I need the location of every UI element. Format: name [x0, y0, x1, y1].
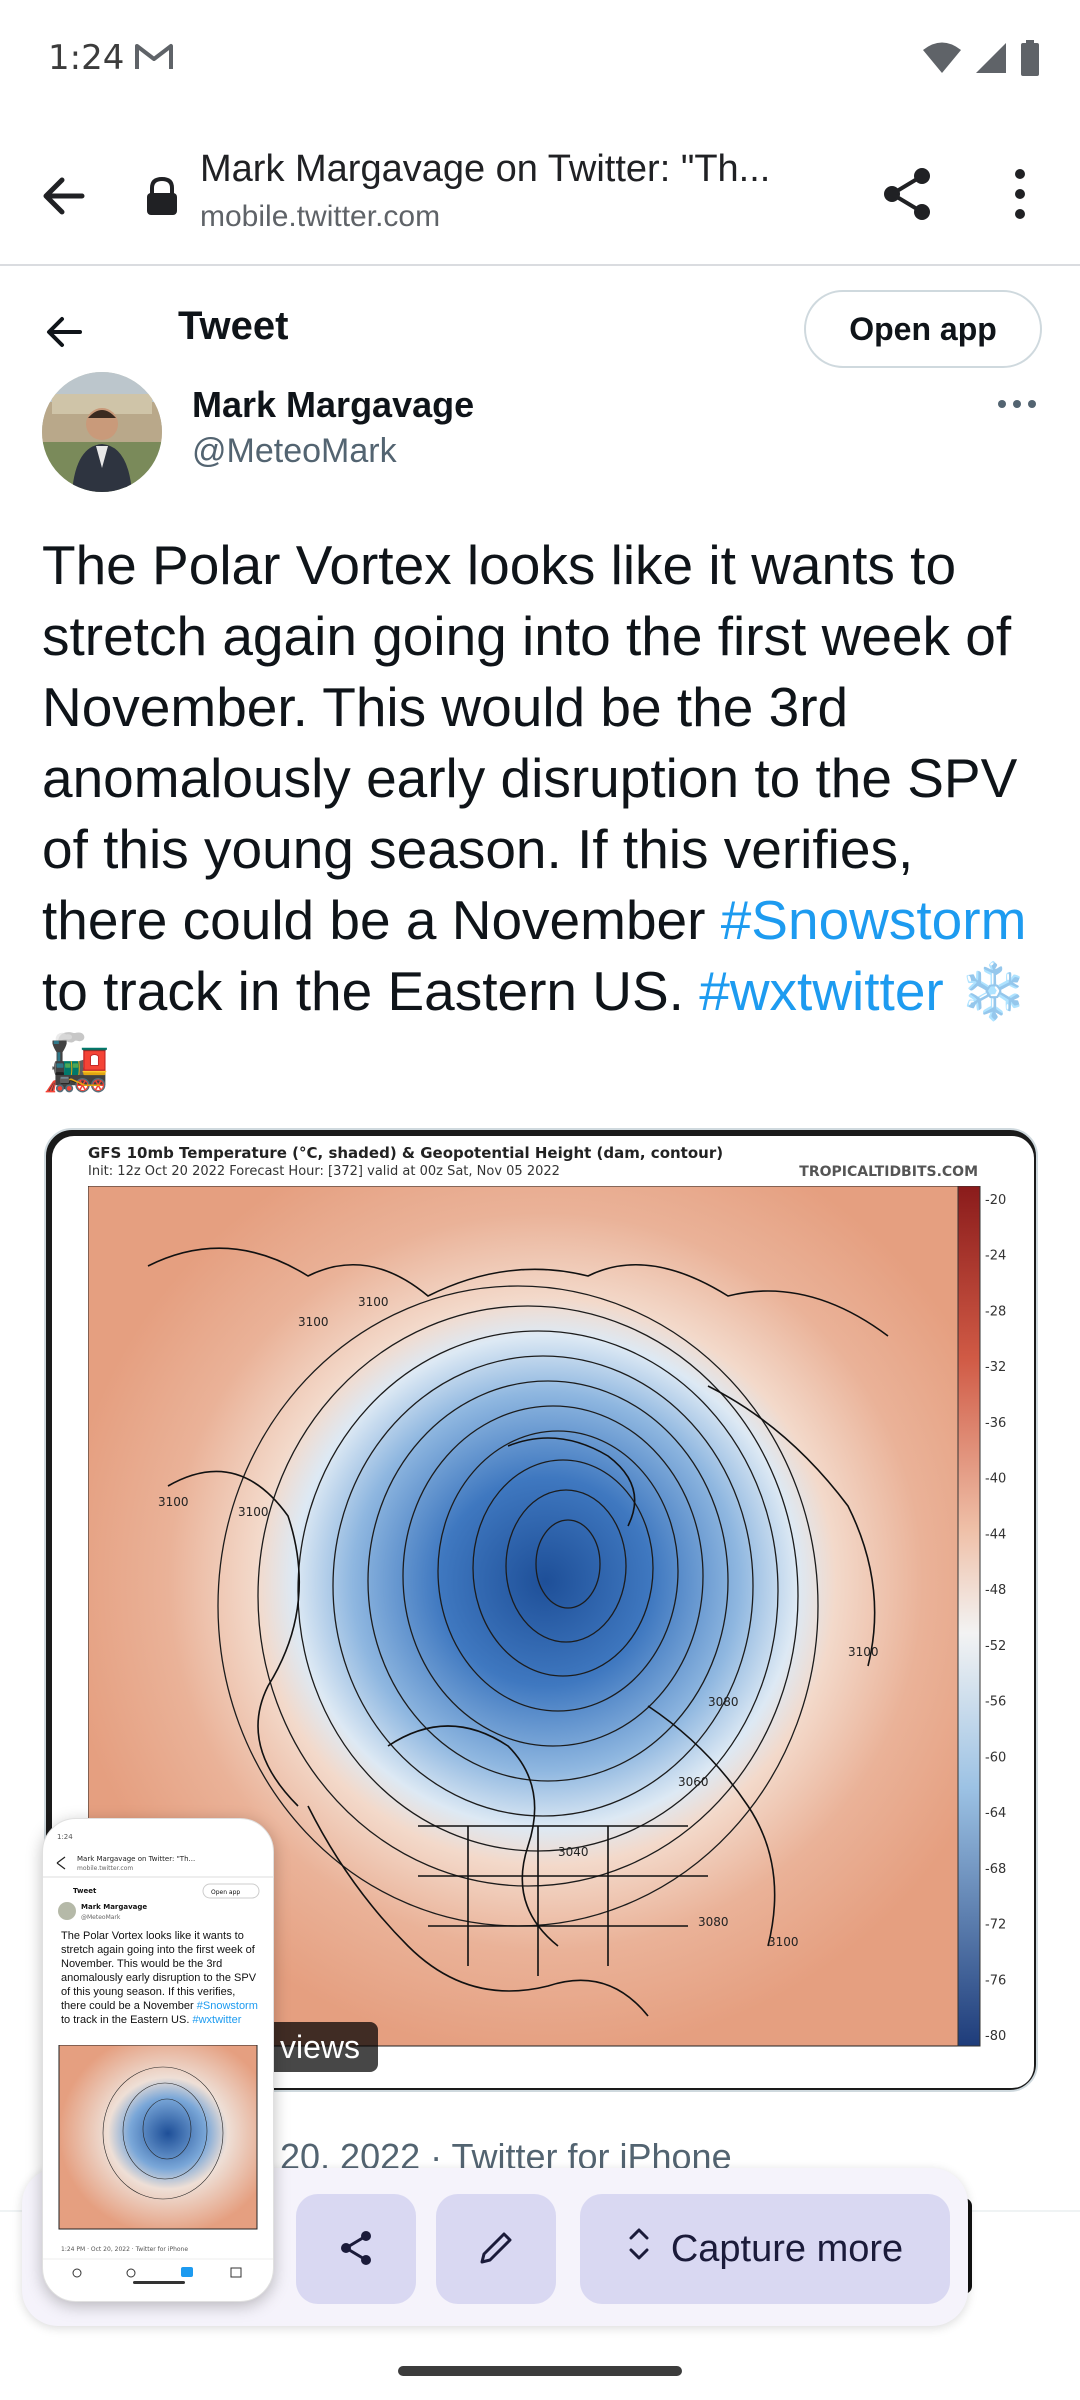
tweet-text: The Polar Vortex looks like it wants to … [42, 530, 1042, 1098]
back-arrow-icon[interactable] [36, 168, 92, 224]
back-arrow-icon[interactable] [40, 308, 88, 356]
svg-text:3040: 3040 [558, 1845, 589, 1859]
colorbar-tick-label: -44 [985, 1527, 1006, 1542]
svg-text:3100: 3100 [358, 1295, 389, 1309]
avatar[interactable] [42, 372, 162, 492]
wifi-icon [922, 41, 962, 80]
thumb-date: 1:24 PM · Oct 20, 2022 · Twitter for iPh… [61, 2246, 188, 2253]
battery-icon [1020, 40, 1040, 81]
thumb-tweet-label: Tweet [73, 1887, 97, 1895]
svg-text:3100: 3100 [768, 1935, 799, 1949]
status-time: 1:24 [48, 38, 125, 78]
expand-vertical-icon [627, 2224, 651, 2274]
map-subtitle: Init: 12z Oct 20 2022 Forecast Hour: [37… [88, 1164, 560, 1179]
thumb-domain: mobile.twitter.com [77, 1865, 133, 1872]
thumb-hashtag: #Snowstorm [196, 2000, 258, 2012]
hashtag-link[interactable]: #Snowstorm [721, 889, 1027, 951]
colorbar-tick-label: -60 [985, 1750, 1006, 1765]
svg-text:3100: 3100 [238, 1505, 269, 1519]
views-badge: views [262, 2022, 379, 2072]
tweet-text-part: to track in the Eastern US. [42, 960, 700, 1022]
thumb-author: Mark Margavage [81, 1903, 147, 1911]
tweet-header: Tweet Open app [0, 268, 1080, 388]
page-title[interactable]: Mark Margavage on Twitter: "Th... [200, 148, 840, 191]
colorbar-tick-label: -72 [985, 1918, 1006, 1933]
colorbar-tick-label: -36 [985, 1416, 1006, 1431]
colorbar-tick-label: -68 [985, 1862, 1006, 1877]
home-indicator[interactable] [398, 2366, 682, 2376]
capture-share-button[interactable] [296, 2194, 416, 2304]
status-bar: 1:24 [0, 0, 1080, 120]
edit-pencil-icon [476, 2228, 516, 2271]
page-domain[interactable]: mobile.twitter.com [200, 200, 440, 234]
share-icon[interactable] [876, 162, 940, 226]
thumb-status-time: 1:24 [57, 1833, 73, 1841]
colorbar-tick-label: -56 [985, 1695, 1006, 1710]
thumb-hashtag: #wxtwitter [192, 2014, 242, 2026]
colorbar-tick-label: -24 [985, 1249, 1006, 1264]
colorbar-tick-label: -28 [985, 1304, 1006, 1319]
colorbar-tick-label: -40 [985, 1472, 1006, 1487]
capture-more-label: Capture more [670, 2227, 904, 2270]
thumb-page-title: Mark Margavage on Twitter: "Th... [77, 1855, 195, 1863]
colorbar-tick-label: -52 [985, 1639, 1006, 1654]
map-title: GFS 10mb Temperature (°C, shaded) & Geop… [88, 1144, 724, 1162]
svg-text:3100: 3100 [158, 1495, 189, 1509]
colorbar-tick-label: -32 [985, 1360, 1006, 1375]
tweet-title: Tweet [178, 304, 289, 348]
more-vert-icon[interactable] [1000, 162, 1040, 226]
signal-icon [974, 41, 1008, 80]
more-horizontal-icon[interactable] [992, 392, 1042, 416]
colorbar-tick-label: -64 [985, 1806, 1006, 1821]
svg-text:3100: 3100 [298, 1315, 329, 1329]
map-credit: TROPICALTIDBITS.COM [799, 1164, 978, 1180]
lock-icon [144, 176, 180, 221]
author-name[interactable]: Mark Margavage [192, 384, 474, 426]
gmail-icon [134, 42, 174, 77]
author-handle[interactable]: @MeteoMark [192, 432, 397, 471]
colorbar-tick-label: -20 [985, 1193, 1006, 1208]
capture-more-button[interactable]: Capture more [580, 2194, 950, 2304]
capture-edit-button[interactable] [436, 2194, 556, 2304]
share-icon [335, 2227, 377, 2272]
svg-text:3080: 3080 [698, 1915, 729, 1929]
hashtag-link[interactable]: #wxtwitter [699, 960, 944, 1022]
open-app-button[interactable]: Open app [804, 290, 1042, 368]
screenshot-thumbnail[interactable]: 1:24 Mark Margavage on Twitter: "Th... m… [42, 1818, 274, 2302]
thumb-handle: @MeteoMark [81, 1914, 121, 1921]
thumb-text-part: to track in the Eastern US. [61, 2014, 193, 2026]
svg-text:3080: 3080 [708, 1695, 739, 1709]
browser-url-bar: Mark Margavage on Twitter: "Th... mobile… [0, 120, 1080, 266]
thumb-open-app: Open app [211, 1889, 240, 1896]
colorbar-tick-label: -48 [985, 1583, 1006, 1598]
colorbar-tick-label: -80 [985, 2029, 1006, 2044]
colorbar-tick-label: -76 [985, 1973, 1006, 1988]
svg-text:3100: 3100 [848, 1645, 879, 1659]
svg-text:3060: 3060 [678, 1775, 709, 1789]
thumb-tweet-text: The Polar Vortex looks like it wants to … [61, 1929, 261, 2027]
